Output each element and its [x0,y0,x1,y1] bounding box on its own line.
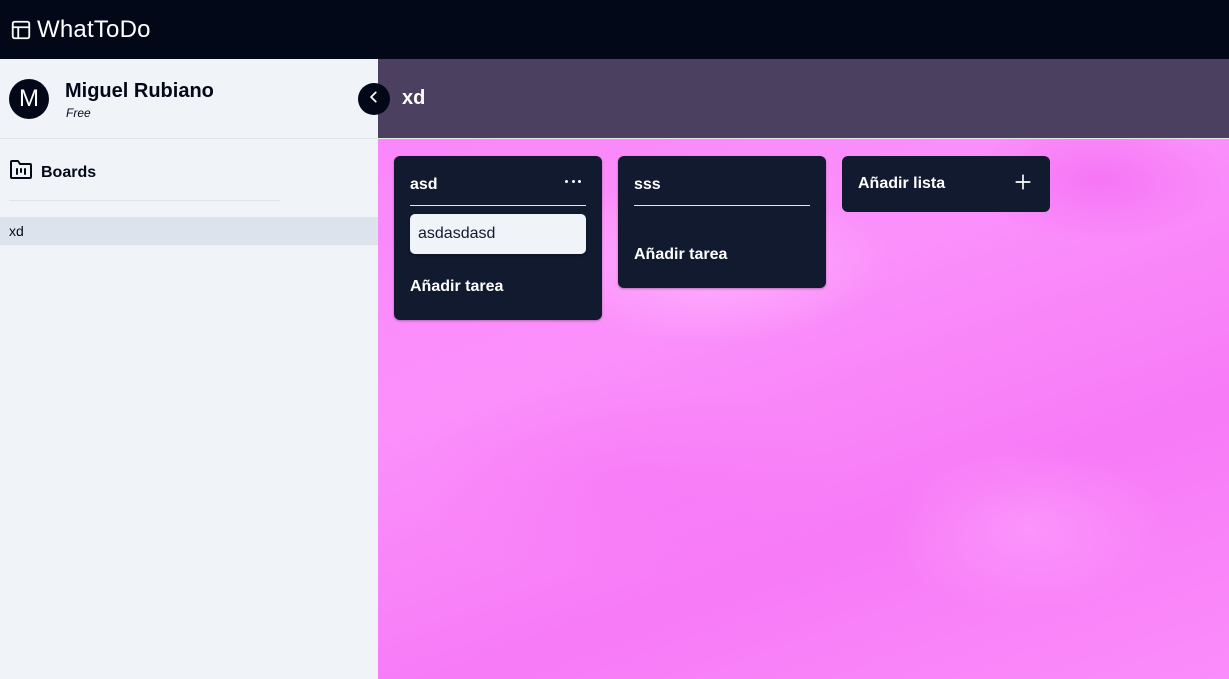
top-bar: WhatToDo [0,0,1229,59]
more-horizontal-icon[interactable] [565,178,581,184]
plus-icon [1014,173,1032,196]
board-title[interactable]: xd [402,87,425,110]
add-list-button[interactable]: Añadir lista [842,156,1050,212]
user-profile: M Miguel Rubiano Free [0,59,378,139]
board-header: xd [378,59,1229,139]
boards-divider [9,200,280,201]
boards-label: Boards [41,163,97,181]
boards-section-header: Boards [9,159,96,186]
user-name: Miguel Rubiano [65,80,214,102]
sidebar-board-xd[interactable]: xd [0,217,378,245]
list-header: asd [410,156,586,206]
avatar[interactable]: M [9,79,49,119]
list-header: sss [634,156,810,206]
sidebar: M Miguel Rubiano Free Boards xd [0,59,378,679]
list-title[interactable]: asd [410,176,438,194]
app-title[interactable]: WhatToDo [37,16,151,44]
add-list-label: Añadir lista [858,175,946,192]
collapse-sidebar-button[interactable] [358,83,390,115]
table-layout-icon [10,19,32,41]
add-task-button[interactable]: Añadir tarea [410,278,586,296]
user-plan: Free [66,106,91,120]
list-card: asd asdasdasd Añadir tarea [394,156,602,320]
task-card[interactable]: asdasdasd [410,214,586,254]
add-task-button[interactable]: Añadir tarea [634,246,810,264]
list-title[interactable]: sss [634,176,661,194]
board-canvas: xd asd asdasdasd Añadir tarea sss Añadir… [378,59,1229,679]
list-card: sss Añadir tarea [618,156,826,288]
folder-kanban-icon [9,159,33,186]
chevron-left-icon [367,90,381,109]
